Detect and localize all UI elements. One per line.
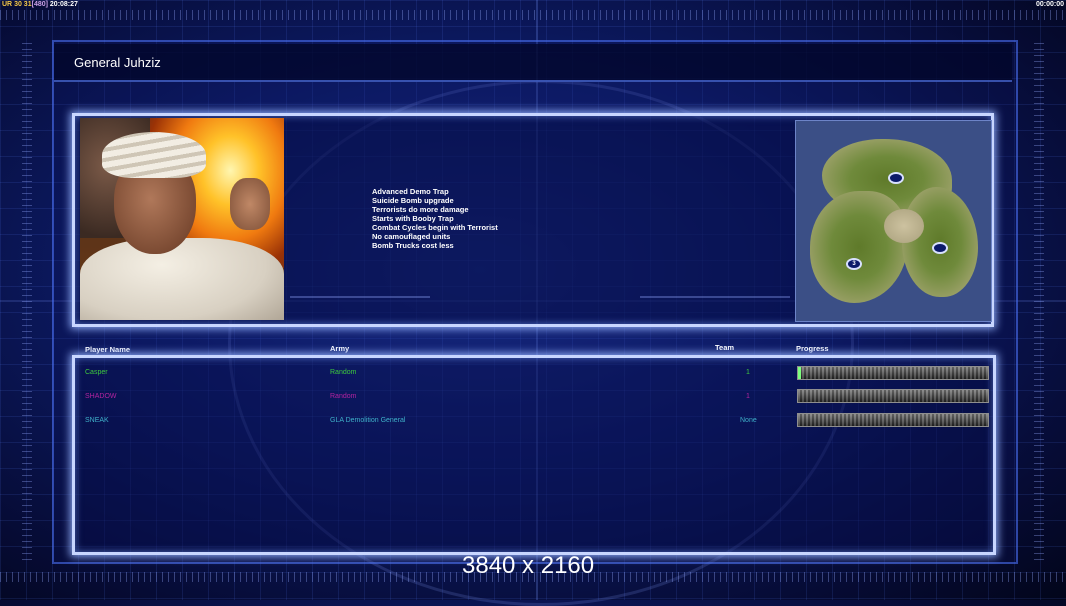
portrait-turban [102, 132, 206, 178]
panel-divider-left [290, 296, 430, 298]
page-title: General Juhziz [74, 55, 161, 70]
column-header-player-name: Player Name [85, 345, 131, 354]
progress-bar [797, 366, 989, 380]
bonus-item: Terrorists do more damage [372, 205, 469, 214]
progress-bar [797, 389, 989, 403]
status-left: UR 30 31[480] 20:08:27 [2, 0, 78, 9]
progress-bar [797, 413, 989, 427]
map-preview[interactable]: 3 [795, 120, 992, 322]
player-name: Casper [85, 369, 108, 376]
general-bonus-list: Advanced Demo Trap Suicide Bomb upgrade … [372, 187, 498, 250]
player-team: None [740, 417, 757, 424]
status-fps: 30 31 [14, 1, 32, 8]
status-ur: UR [2, 1, 13, 8]
status-bar: UR 30 31[480] 20:08:27 00:00:00 [0, 0, 1066, 9]
portrait-robe [80, 238, 284, 320]
bonus-item: Advanced Demo Trap [372, 187, 449, 196]
status-bracket: [480] [31, 1, 48, 8]
player-name: SNEAK [85, 417, 109, 424]
progress-fill [798, 367, 801, 379]
start-position-marker[interactable] [888, 172, 904, 184]
player-team: 1 [746, 369, 750, 376]
map-island [810, 191, 908, 303]
bonus-item: No camouflaged units [372, 232, 451, 241]
map-island [884, 209, 924, 243]
portrait-hand [230, 178, 270, 230]
ruler-top [0, 10, 1066, 20]
resolution-overlay: 3840 x 2160 [462, 552, 595, 579]
player-army: Random [330, 369, 357, 376]
status-clock: 20:08:27 [49, 1, 78, 8]
column-header-progress: Progress [796, 344, 829, 353]
panel-divider-right [640, 296, 790, 298]
column-header-team: Team [715, 343, 735, 352]
player-army: Random [330, 393, 357, 400]
bonus-item: Bomb Trucks cost less [372, 241, 454, 250]
ruler-right [1034, 40, 1044, 560]
title-bar [54, 44, 1012, 82]
bonus-item: Starts with Booby Trap [372, 214, 454, 223]
status-timer: 00:00:00 [1035, 1, 1064, 8]
player-name: SHADOW [85, 393, 117, 400]
players-table [72, 355, 996, 555]
start-position-marker[interactable]: 3 [846, 258, 862, 270]
column-header-army: Army [330, 344, 350, 353]
ruler-left [22, 40, 32, 560]
player-team: 1 [746, 393, 750, 400]
start-position-marker[interactable] [932, 242, 948, 254]
bonus-item: Combat Cycles begin with Terrorist [372, 223, 498, 232]
general-portrait [80, 118, 284, 320]
bonus-item: Suicide Bomb upgrade [372, 196, 454, 205]
player-army: GLA Demolition General [330, 417, 406, 424]
